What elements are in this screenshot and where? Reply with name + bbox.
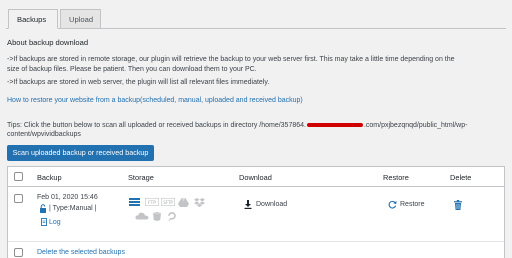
tab-backups-label: Backups — [17, 15, 47, 24]
svg-text:SFTP: SFTP — [163, 200, 173, 205]
about-line-1: ->If backups are stored in remote storag… — [7, 56, 455, 63]
backup-type: | Type:Manual | — [49, 205, 97, 212]
tips-line-2: content/wpvividbackups — [7, 131, 81, 138]
lock-icon[interactable] — [39, 204, 47, 213]
table-row: Feb 01, 2020 15:46 | Type:Manual | Log F… — [8, 187, 504, 241]
digitalocean-icon — [167, 211, 178, 221]
tips-line-1-a: Tips: Click the button below to scan all… — [7, 122, 306, 129]
about-heading: About backup download — [7, 38, 89, 47]
about-line-2: size of backup files. Please be patient.… — [7, 66, 257, 73]
amazon-s3-icon — [152, 212, 163, 221]
backup-date: Feb 01, 2020 15:46 — [37, 194, 98, 201]
onedrive-icon — [135, 212, 149, 220]
tab-upload-label: Upload — [69, 15, 94, 24]
tips-line-1: Tips: Click the button below to scan all… — [7, 122, 467, 129]
table-header: Backup Storage Download Restore Delete — [8, 167, 504, 187]
sftp-icon: SFTP — [161, 198, 175, 207]
restore-icon[interactable] — [388, 200, 397, 209]
svg-text:FTP: FTP — [148, 200, 156, 206]
tips-line-1-b: .com/pxjbezqnqd/public_html/wp- — [363, 122, 468, 129]
footer-checkbox[interactable] — [14, 248, 23, 257]
restore-guide-link[interactable]: How to restore your website from a backu… — [7, 97, 303, 104]
tab-upload[interactable]: Upload — [60, 9, 101, 29]
local-storage-icon — [129, 198, 140, 206]
header-delete: Delete — [450, 173, 472, 182]
delete-selected-link[interactable]: Delete the selected backups — [37, 249, 125, 256]
google-drive-icon — [178, 198, 189, 207]
select-all-checkbox[interactable] — [14, 172, 23, 181]
header-storage: Storage — [128, 173, 154, 182]
header-backup: Backup — [37, 173, 62, 182]
log-link[interactable]: Log — [49, 219, 61, 226]
download-icon[interactable] — [244, 200, 252, 209]
log-file-icon — [41, 218, 47, 226]
dropbox-icon — [194, 198, 205, 207]
scan-backups-button[interactable]: Scan uploaded backup or received backup — [7, 145, 154, 161]
download-link[interactable]: Download — [256, 201, 287, 208]
row-divider — [8, 241, 504, 242]
restore-link[interactable]: Restore — [400, 201, 425, 208]
backups-table: Backup Storage Download Restore Delete F… — [7, 166, 505, 258]
tab-backups[interactable]: Backups — [8, 9, 58, 29]
about-line-3: ->If backups are stored in web server, t… — [7, 79, 270, 86]
trash-icon[interactable] — [454, 200, 462, 210]
header-download: Download — [239, 173, 272, 182]
header-restore: Restore — [383, 173, 409, 182]
redaction-mark — [306, 123, 363, 128]
ftp-icon: FTP — [145, 198, 159, 207]
row-checkbox[interactable] — [14, 194, 23, 203]
